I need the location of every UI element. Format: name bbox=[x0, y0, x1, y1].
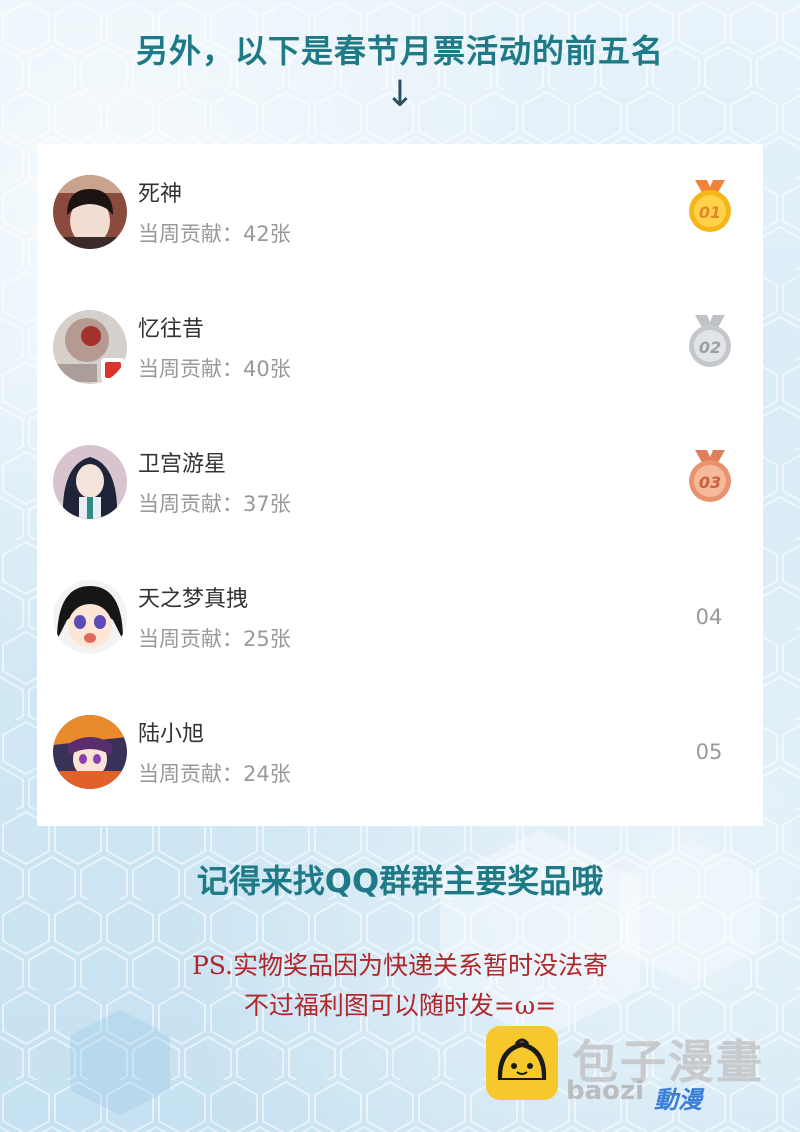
user-name: 陆小旭 bbox=[138, 722, 205, 747]
ranking-row[interactable]: 天之梦真拽 当周贡献：25张 04 bbox=[37, 549, 763, 669]
user-name: 忆往昔 bbox=[138, 317, 205, 342]
gold-medal-icon: 01 bbox=[685, 178, 735, 234]
weekly-contribution: 当周贡献：37张 bbox=[138, 492, 291, 516]
avatar[interactable] bbox=[53, 175, 127, 249]
ranking-row[interactable]: 死神 当周贡献：42张 01 bbox=[37, 144, 763, 264]
medal-number: 03 bbox=[699, 473, 721, 492]
ps-note-line-1: PS.实物奖品因为快递关系暂时没法寄 bbox=[191, 951, 608, 980]
medal-number: 02 bbox=[699, 338, 721, 357]
ranking-card: 死神 当周贡献：42张 01 忆往昔 当周贡献：40张 02 卫宫游星 当周贡献… bbox=[37, 144, 763, 826]
page-heading: 另外，以下是春节月票活动的前五名 bbox=[135, 32, 664, 70]
user-name: 死神 bbox=[138, 182, 183, 207]
weekly-contribution: 当周贡献：40张 bbox=[138, 357, 291, 381]
user-name: 天之梦真拽 bbox=[138, 587, 249, 612]
user-name: 卫宫游星 bbox=[138, 452, 227, 477]
ranking-row[interactable]: 陆小旭 当周贡献：24张 05 bbox=[37, 684, 763, 804]
avatar[interactable] bbox=[53, 310, 127, 384]
watermark-tag: 動漫 bbox=[654, 1086, 702, 1114]
weekly-contribution: 当周贡献：24张 bbox=[138, 762, 291, 786]
medal-number: 01 bbox=[699, 203, 721, 222]
prize-reminder-heading: 记得来找QQ群群主要奖品哦 bbox=[196, 862, 604, 900]
silver-medal-icon: 02 bbox=[685, 313, 735, 369]
site-watermark: 包子漫畫 baozi 動漫 bbox=[486, 1026, 786, 1114]
down-arrow-icon: ↓ bbox=[384, 74, 416, 115]
ranking-row[interactable]: 忆往昔 当周贡献：40张 02 bbox=[37, 279, 763, 399]
avatar[interactable] bbox=[53, 580, 127, 654]
avatar[interactable] bbox=[53, 715, 127, 789]
rank-number: 05 bbox=[695, 740, 723, 764]
watermark-url: baozi bbox=[566, 1076, 645, 1106]
weekly-contribution: 当周贡献：42张 bbox=[138, 222, 291, 246]
rank-number: 04 bbox=[695, 605, 723, 629]
weekly-contribution: 当周贡献：25张 bbox=[138, 627, 291, 651]
bronze-medal-icon: 03 bbox=[685, 448, 735, 504]
ps-note-line-2: 不过福利图可以随时发=ω= bbox=[243, 991, 557, 1020]
bun-logo-icon bbox=[486, 1026, 558, 1100]
avatar[interactable] bbox=[53, 445, 127, 519]
ranking-row[interactable]: 卫宫游星 当周贡献：37张 03 bbox=[37, 414, 763, 534]
